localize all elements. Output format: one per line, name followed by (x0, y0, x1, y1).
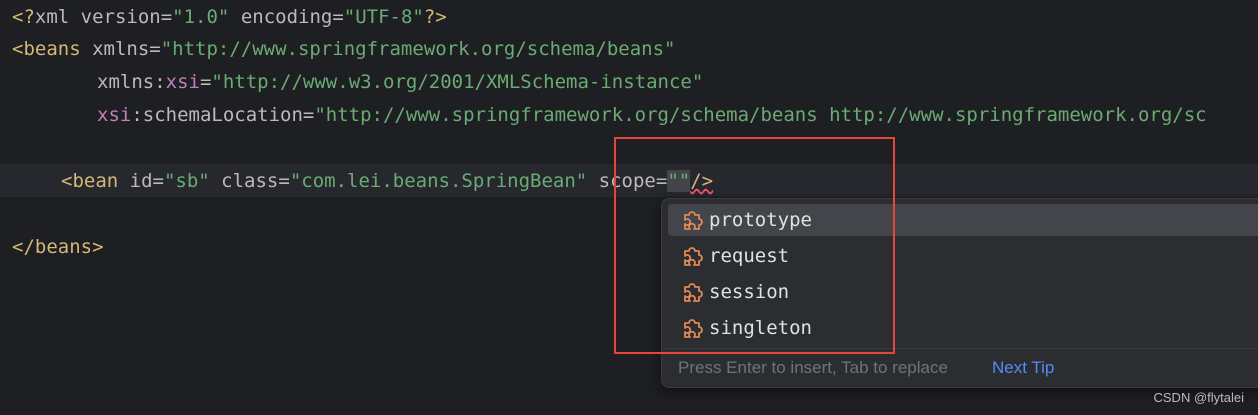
xsi-prefix: xsi (165, 71, 200, 93)
xml-decl: xml version= (34, 6, 173, 28)
xml-version-value: "1.0" (172, 6, 230, 28)
xml-decl-close: ?> (423, 6, 447, 28)
annotation-highlight-box (614, 137, 895, 354)
xml-encoding-value: "UTF-8" (343, 6, 424, 28)
bean-open-tag: <bean (61, 170, 130, 192)
code-line-8[interactable]: </beans> (12, 231, 104, 264)
equals-sign: = (199, 71, 212, 93)
completion-footer: Press Enter to insert, Tab to replace Ne… (662, 348, 1258, 387)
beans-open-tag: <beans (12, 38, 93, 60)
id-value: "sb" (163, 170, 210, 192)
xsi-prefix: xsi (97, 104, 132, 126)
code-line-3[interactable]: xmlns:xsi="http://www.w3.org/2001/XMLSch… (97, 66, 703, 99)
beans-close-tag: </beans> (12, 236, 104, 258)
next-tip-link[interactable]: Next Tip (992, 349, 1054, 387)
schema-location-value: "http://www.springframework.org/schema/b… (314, 104, 1207, 126)
xmlns-value: "http://www.springframework.org/schema/b… (160, 38, 676, 60)
code-line-2[interactable]: <beans xmlns="http://www.springframework… (12, 33, 675, 66)
xmlns-xsi-attr: xmlns: (97, 71, 166, 93)
code-line-4[interactable]: xsi:schemaLocation="http://www.springfra… (97, 99, 1207, 132)
class-attr: class= (209, 170, 290, 192)
xml-encoding-attr: encoding= (229, 6, 344, 28)
schema-location-attr: :schemaLocation= (131, 104, 315, 126)
code-line-1[interactable]: <?xml version="1.0" encoding="UTF-8"?> (12, 1, 447, 34)
xmlns-attr: xmlns= (92, 38, 161, 60)
watermark: CSDN @flytalei (1153, 390, 1245, 405)
id-attr: id= (129, 170, 164, 192)
class-value: "com.lei.beans.SpringBean" (289, 170, 588, 192)
xsi-value: "http://www.w3.org/2001/XMLSchema-instan… (211, 71, 704, 93)
xml-decl-open: <? (12, 6, 35, 28)
completion-hint: Press Enter to insert, Tab to replace (678, 358, 948, 377)
